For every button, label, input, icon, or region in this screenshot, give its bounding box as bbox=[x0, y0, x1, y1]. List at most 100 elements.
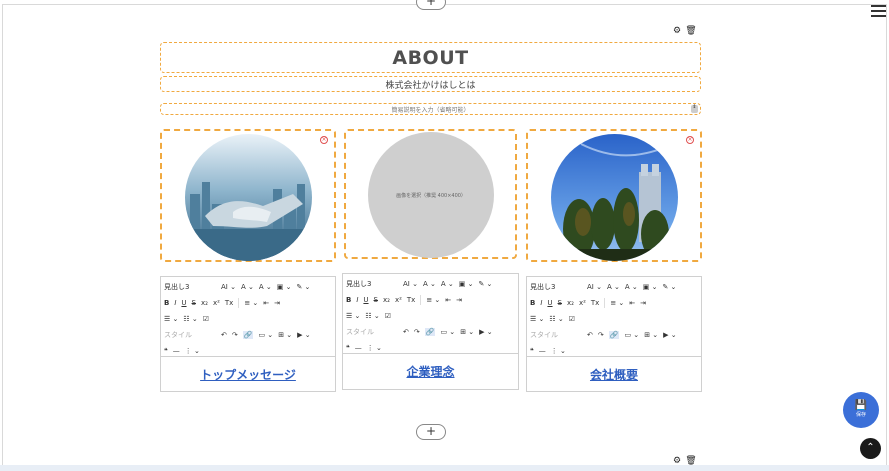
superscript-icon[interactable]: x² bbox=[213, 299, 220, 307]
media-icon[interactable]: ▶ ⌄ bbox=[479, 328, 492, 336]
editor-content[interactable]: 会社概要 bbox=[527, 357, 701, 392]
editor-content[interactable]: トップメッセージ bbox=[161, 357, 335, 392]
bg-color-icon[interactable]: ▣ ⌄ bbox=[459, 280, 474, 288]
text-color-icon[interactable]: A ⌄ bbox=[259, 283, 272, 291]
table-icon[interactable]: ⊞ ⌄ bbox=[460, 328, 474, 336]
link-icon[interactable]: 🔗 bbox=[608, 331, 620, 339]
undo-icon[interactable]: ↶ bbox=[221, 331, 227, 339]
media-icon[interactable]: ▶ ⌄ bbox=[297, 331, 310, 339]
more-options-icon[interactable]: ⋮ ⌄ bbox=[551, 347, 566, 355]
align-icon[interactable]: ≡ ⌄ bbox=[244, 299, 258, 307]
todo-list-icon[interactable]: ☑ bbox=[203, 315, 209, 323]
table-icon[interactable]: ⊞ ⌄ bbox=[278, 331, 292, 339]
align-icon[interactable]: ≡ ⌄ bbox=[610, 299, 624, 307]
style-select[interactable]: スタイル bbox=[164, 330, 216, 340]
clear-format-icon[interactable]: Tx bbox=[225, 299, 233, 307]
blockquote-icon[interactable]: ❝ bbox=[164, 347, 168, 355]
handshake-image[interactable] bbox=[185, 134, 312, 261]
strikethrough-icon[interactable]: S bbox=[374, 296, 378, 304]
add-block-button-top[interactable]: + bbox=[416, 0, 446, 10]
italic-icon[interactable]: I bbox=[356, 296, 358, 304]
clear-format-icon[interactable]: Tx bbox=[591, 299, 599, 307]
indent-icon[interactable]: ⇥ bbox=[640, 299, 646, 307]
font-size-icon[interactable]: AI ⌄ bbox=[587, 283, 602, 291]
text-color-icon[interactable]: A ⌄ bbox=[441, 280, 454, 288]
add-block-button-bottom[interactable]: + bbox=[416, 424, 446, 440]
bullet-list-icon[interactable]: ☰ ⌄ bbox=[346, 312, 360, 320]
subscript-icon[interactable]: x₂ bbox=[383, 296, 390, 304]
image-card-3[interactable]: × bbox=[526, 129, 702, 262]
media-icon[interactable]: ▶ ⌄ bbox=[663, 331, 676, 339]
rich-text-editor-3[interactable]: 見出し3 AI ⌄ A ⌄ A ⌄ ▣ ⌄ ✎ ⌄ B I U S x₂ x² … bbox=[526, 276, 702, 392]
rich-text-editor-2[interactable]: 見出し3 AI ⌄ A ⌄ A ⌄ ▣ ⌄ ✎ ⌄ B I U S x₂ x² … bbox=[342, 273, 519, 390]
trash-icon[interactable]: 🗑 bbox=[684, 26, 698, 36]
undo-icon[interactable]: ↶ bbox=[587, 331, 593, 339]
building-image[interactable] bbox=[551, 134, 678, 261]
style-select[interactable]: スタイル bbox=[530, 330, 582, 340]
remove-image-icon[interactable]: × bbox=[686, 136, 694, 144]
image-insert-icon[interactable]: ▭ ⌄ bbox=[624, 331, 639, 339]
outdent-icon[interactable]: ⇤ bbox=[445, 296, 451, 304]
heading-select[interactable]: 見出し3 bbox=[164, 282, 216, 292]
bold-icon[interactable]: B bbox=[346, 296, 351, 304]
redo-icon[interactable]: ↷ bbox=[598, 331, 604, 339]
outdent-icon[interactable]: ⇤ bbox=[629, 299, 635, 307]
table-icon[interactable]: ⊞ ⌄ bbox=[644, 331, 658, 339]
underline-icon[interactable]: U bbox=[547, 299, 552, 307]
bullet-list-icon[interactable]: ☰ ⌄ bbox=[164, 315, 178, 323]
outdent-icon[interactable]: ⇤ bbox=[263, 299, 269, 307]
remove-image-icon[interactable]: × bbox=[320, 136, 328, 144]
font-color-icon[interactable]: A ⌄ bbox=[241, 283, 254, 291]
scroll-to-top-button[interactable]: ⌃ bbox=[860, 438, 881, 459]
image-insert-icon[interactable]: ▭ ⌄ bbox=[258, 331, 273, 339]
horizontal-line-icon[interactable]: — bbox=[173, 347, 180, 355]
bg-color-icon[interactable]: ▣ ⌄ bbox=[643, 283, 658, 291]
underline-icon[interactable]: U bbox=[181, 299, 186, 307]
text-color-icon[interactable]: A ⌄ bbox=[625, 283, 638, 291]
font-size-icon[interactable]: AI ⌄ bbox=[403, 280, 418, 288]
numbered-list-icon[interactable]: ☷ ⌄ bbox=[365, 312, 379, 320]
bold-icon[interactable]: B bbox=[530, 299, 535, 307]
font-color-icon[interactable]: A ⌄ bbox=[423, 280, 436, 288]
subscript-icon[interactable]: x₂ bbox=[201, 299, 208, 307]
indent-icon[interactable]: ⇥ bbox=[274, 299, 280, 307]
image-insert-icon[interactable]: ▭ ⌄ bbox=[440, 328, 455, 336]
align-icon[interactable]: ≡ ⌄ bbox=[426, 296, 440, 304]
style-select[interactable]: スタイル bbox=[346, 327, 398, 337]
heading-select[interactable]: 見出し3 bbox=[346, 279, 398, 289]
description-field[interactable]: 簡易説明を入力（省略可能） ⇕ bbox=[160, 103, 701, 115]
more-options-icon[interactable]: ⋮ ⌄ bbox=[367, 344, 382, 352]
numbered-list-icon[interactable]: ☷ ⌄ bbox=[549, 315, 563, 323]
link-top-message[interactable]: トップメッセージ bbox=[200, 366, 296, 383]
superscript-icon[interactable]: x² bbox=[395, 296, 402, 304]
subscript-icon[interactable]: x₂ bbox=[567, 299, 574, 307]
bold-icon[interactable]: B bbox=[164, 299, 169, 307]
horizontal-line-icon[interactable]: — bbox=[539, 347, 546, 355]
editor-content[interactable]: 企業理念 bbox=[343, 354, 518, 389]
image-placeholder[interactable]: 画像を選択（推奨 400×400） bbox=[368, 132, 494, 258]
image-card-1[interactable]: × bbox=[160, 129, 336, 262]
underline-icon[interactable]: U bbox=[363, 296, 368, 304]
superscript-icon[interactable]: x² bbox=[579, 299, 586, 307]
title-field[interactable]: ABOUT bbox=[160, 42, 701, 73]
italic-icon[interactable]: I bbox=[540, 299, 542, 307]
subtitle-field[interactable]: 株式会社かけはしとは bbox=[160, 76, 701, 92]
link-icon[interactable]: 🔗 bbox=[242, 331, 254, 339]
link-philosophy[interactable]: 企業理念 bbox=[406, 363, 454, 380]
bullet-list-icon[interactable]: ☰ ⌄ bbox=[530, 315, 544, 323]
todo-list-icon[interactable]: ☑ bbox=[385, 312, 391, 320]
font-color-icon[interactable]: A ⌄ bbox=[607, 283, 620, 291]
redo-icon[interactable]: ↷ bbox=[414, 328, 420, 336]
strikethrough-icon[interactable]: S bbox=[558, 299, 562, 307]
italic-icon[interactable]: I bbox=[174, 299, 176, 307]
highlight-icon[interactable]: ✎ ⌄ bbox=[296, 283, 310, 291]
image-card-2[interactable]: 画像を選択（推奨 400×400） bbox=[344, 129, 517, 259]
indent-icon[interactable]: ⇥ bbox=[456, 296, 462, 304]
blockquote-icon[interactable]: ❝ bbox=[530, 347, 534, 355]
todo-list-icon[interactable]: ☑ bbox=[569, 315, 575, 323]
gear-icon[interactable]: ⚙ bbox=[670, 26, 684, 36]
save-button[interactable]: 💾 保存 bbox=[843, 392, 879, 428]
clear-format-icon[interactable]: Tx bbox=[407, 296, 415, 304]
horizontal-line-icon[interactable]: — bbox=[355, 344, 362, 352]
blockquote-icon[interactable]: ❝ bbox=[346, 344, 350, 352]
